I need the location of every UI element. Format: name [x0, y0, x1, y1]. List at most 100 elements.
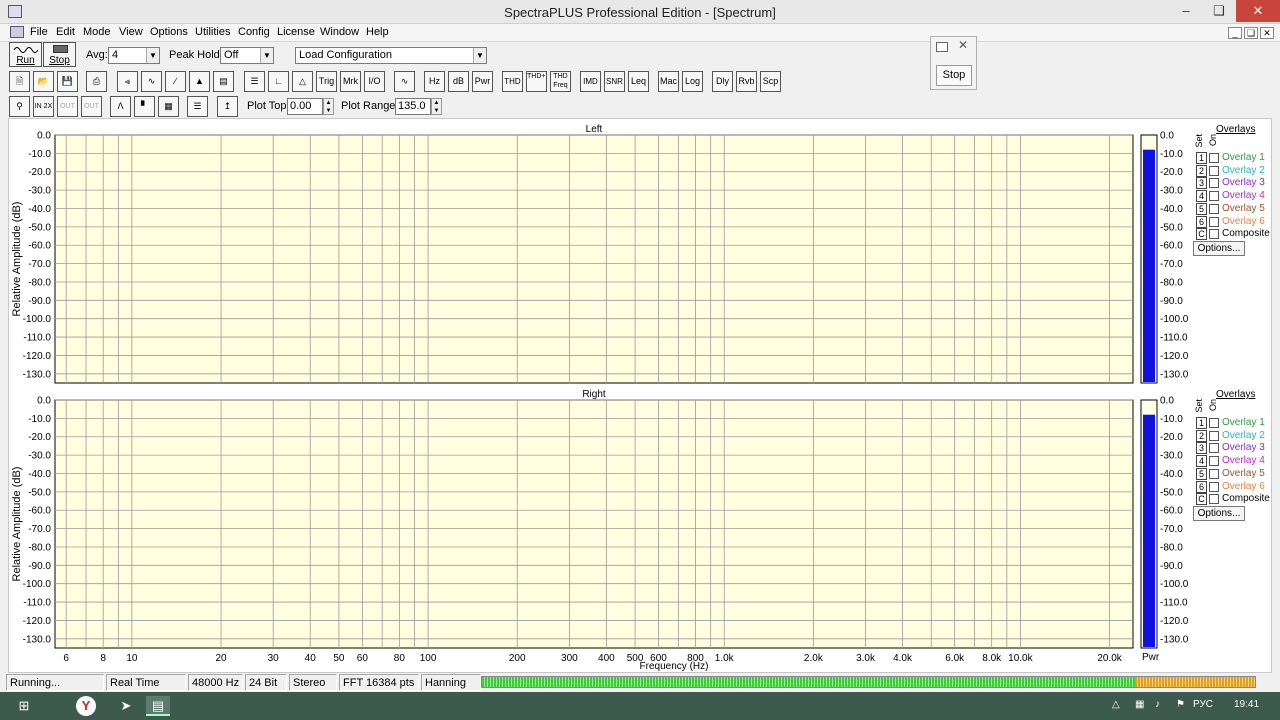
x-tick-label: 1.0k: [715, 653, 735, 664]
overlays-header: Overlays: [1216, 124, 1256, 135]
y-tick-label: -110.0: [23, 598, 51, 609]
meter-tick-label: -10.0: [1160, 149, 1183, 160]
overlay-checkbox[interactable]: [1209, 165, 1219, 176]
spectrum-panel: 0.0 0.0 -10.0 -10.0 -20.0 -20.0 -30.0 -30.0 -40.…: [11, 124, 1189, 384]
overlay-checkbox[interactable]: [1209, 494, 1219, 505]
overlay-set-button[interactable]: 1: [1196, 152, 1207, 164]
y-tick-label: -90.0: [28, 296, 51, 307]
meter-tick-label: -80.0: [1160, 542, 1183, 553]
telegram-icon[interactable]: ➤: [114, 696, 138, 716]
overlay-set-button[interactable]: 4: [1196, 190, 1207, 203]
overlay-label: Overlay 6: [1222, 215, 1265, 227]
tray-flag-icon[interactable]: ⚑: [1176, 699, 1185, 710]
x-tick-label: 80: [394, 653, 406, 664]
meter-tick-label: -90.0: [1160, 296, 1183, 307]
overlay-set-button[interactable]: 6: [1196, 480, 1207, 493]
overlay-checkbox[interactable]: [1209, 468, 1219, 479]
x-tick-label: 40: [305, 653, 317, 664]
meter-tick-label: -70.0: [1160, 524, 1183, 535]
overlay-checkbox[interactable]: [1209, 216, 1219, 227]
overlay-checkbox[interactable]: [1209, 430, 1219, 441]
meter-tick-label: -60.0: [1160, 241, 1183, 252]
y-axis-label: Relative Amplitude (dB): [11, 467, 23, 582]
overlay-label: Overlay 1: [1222, 417, 1265, 428]
plot-background: [54, 399, 1134, 649]
taskbar: ⊞ Y ➤ ▤ △ ▦ ♪ ⚑ РУС 19:41: [0, 692, 1280, 720]
overlay-options-button[interactable]: Options...: [1193, 506, 1245, 521]
x-tick-label: 300: [561, 653, 578, 664]
x-tick-label: 10.0k: [1008, 653, 1033, 664]
set-column-label: Set: [1194, 134, 1204, 148]
power-meter-bar: [1143, 149, 1155, 382]
status-mode: Real Time: [106, 674, 186, 691]
overlay-label: Composite: [1222, 228, 1270, 240]
meter-tick-label: -90.0: [1160, 561, 1183, 572]
meter-tick-label: -40.0: [1160, 469, 1183, 480]
x-tick-label: 4.0k: [893, 653, 913, 664]
volume-icon[interactable]: ♪: [1155, 699, 1160, 710]
clock[interactable]: 19:41: [1234, 699, 1259, 710]
overlay-set-button[interactable]: 3: [1196, 177, 1207, 190]
yandex-browser-icon[interactable]: Y: [76, 696, 96, 716]
power-meter-label: Pwr: [1142, 652, 1160, 663]
overlay-checkbox[interactable]: [1209, 229, 1219, 240]
app-window: SpectraPLUS Professional Edition - [Spec…: [0, 0, 1280, 720]
meter-tick-label: -20.0: [1160, 432, 1183, 443]
windows-start-icon[interactable]: ⊞: [12, 696, 36, 716]
y-tick-label: -90.0: [28, 561, 51, 572]
y-tick-label: -30.0: [28, 451, 51, 462]
status-bit-depth: 24 Bit: [245, 674, 287, 691]
meter-tick-label: -10.0: [1160, 414, 1183, 425]
overlay-checkbox[interactable]: [1209, 191, 1219, 202]
y-tick-label: -120.0: [23, 351, 52, 362]
y-tick-label: -10.0: [28, 414, 51, 425]
overlay-set-button[interactable]: 5: [1196, 467, 1207, 480]
overlay-checkbox[interactable]: [1209, 443, 1219, 454]
y-tick-label: -110.0: [23, 333, 51, 344]
spectraplus-taskbar-icon[interactable]: ▤: [146, 696, 170, 716]
overlay-set-button[interactable]: 4: [1196, 455, 1207, 468]
overlay-checkbox[interactable]: [1209, 203, 1219, 214]
y-tick-label: -50.0: [28, 222, 51, 233]
overlay-label: Overlay 5: [1222, 202, 1265, 214]
language-indicator[interactable]: РУС: [1193, 699, 1213, 710]
overlay-checkbox[interactable]: [1209, 178, 1219, 189]
overlay-checkbox[interactable]: [1209, 481, 1219, 492]
meter-tick-label: -60.0: [1160, 506, 1183, 517]
overlay-options-button[interactable]: Options...: [1193, 241, 1245, 256]
meter-high-segment: [1135, 677, 1255, 687]
overlay-set-button[interactable]: C: [1196, 493, 1207, 506]
y-tick-label: -30.0: [28, 186, 51, 197]
overlay-set-button[interactable]: 1: [1196, 417, 1207, 429]
overlay-set-button[interactable]: 2: [1196, 429, 1207, 442]
x-tick-label: 60: [357, 653, 369, 664]
overlay-checkbox[interactable]: [1209, 418, 1219, 428]
set-column-label: Set: [1194, 399, 1204, 413]
overlay-set-button[interactable]: 3: [1196, 442, 1207, 455]
status-window: Hanning: [421, 674, 481, 691]
meter-tick-label: -120.0: [1160, 616, 1189, 627]
y-tick-label: -130.0: [23, 634, 52, 645]
y-tick-label: -80.0: [28, 542, 51, 553]
overlay-set-button[interactable]: 5: [1196, 202, 1207, 215]
overlay-set-button[interactable]: 2: [1196, 164, 1207, 177]
x-tick-label: 400: [598, 653, 615, 664]
y-tick-label: -40.0: [28, 469, 51, 480]
network-icon[interactable]: ▦: [1135, 699, 1144, 710]
power-meter-bar: [1143, 414, 1155, 647]
spectrum-plots: 0.0 0.0 -10.0 -10.0 -20.0 -20.0 -30.0 -30.0 -40.…: [11, 124, 1189, 672]
x-tick-label: 100: [420, 653, 437, 664]
overlay-checkbox[interactable]: [1209, 456, 1219, 467]
y-tick-label: -20.0: [28, 432, 51, 443]
overlay-checkbox[interactable]: [1209, 153, 1219, 163]
meter-tick-label: -110.0: [1160, 333, 1188, 344]
tray-arrow-icon[interactable]: △: [1112, 699, 1120, 710]
meter-tick-label: -130.0: [1160, 634, 1189, 645]
x-tick-label: 20.0k: [1097, 653, 1122, 664]
overlay-label: Overlay 4: [1222, 190, 1265, 202]
overlay-set-button[interactable]: 6: [1196, 215, 1207, 228]
overlay-set-button[interactable]: C: [1196, 228, 1207, 241]
overlays-header: Overlays: [1216, 389, 1256, 400]
overlay-label: Overlay 1: [1222, 152, 1265, 163]
x-axis-label: Frequency (Hz): [640, 661, 709, 672]
